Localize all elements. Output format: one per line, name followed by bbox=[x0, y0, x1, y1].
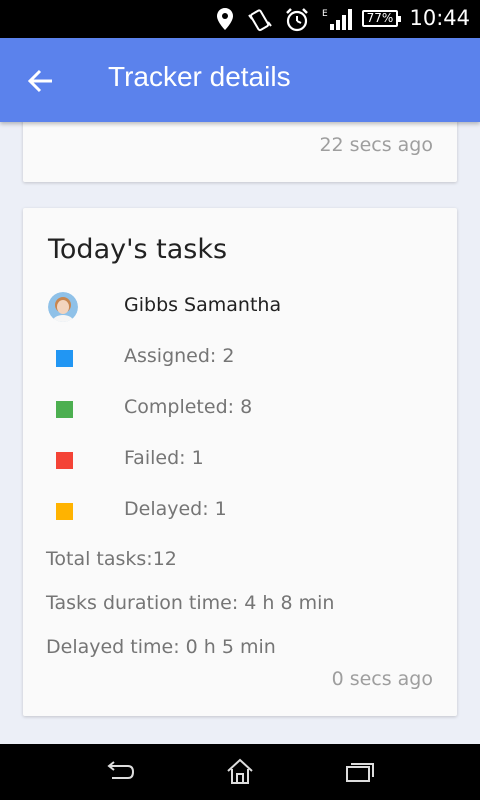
location-icon bbox=[217, 8, 233, 30]
delayed-label: Delayed: 1 bbox=[124, 498, 227, 520]
home-icon[interactable] bbox=[220, 756, 260, 788]
assigned-color-swatch bbox=[56, 350, 73, 367]
clock-time: 10:44 bbox=[409, 6, 470, 30]
completed-color-swatch bbox=[56, 401, 73, 418]
tasks-duration: Tasks duration time: 4 h 8 min bbox=[46, 592, 335, 614]
delayed-color-swatch bbox=[56, 503, 73, 520]
delayed-time: Delayed time: 0 h 5 min bbox=[46, 636, 276, 658]
signal-icon: E bbox=[322, 9, 352, 30]
assigned-label: Assigned: 2 bbox=[124, 345, 235, 367]
battery-icon: 77% bbox=[362, 10, 401, 27]
avatar bbox=[48, 292, 78, 322]
last-update-time: 22 secs ago bbox=[319, 134, 433, 156]
alarm-icon bbox=[286, 8, 308, 32]
todays-tasks-card: Today's tasks Gibbs Samantha Assigned: 2… bbox=[23, 208, 457, 716]
recent-apps-icon[interactable] bbox=[340, 756, 380, 788]
failed-label: Failed: 1 bbox=[124, 447, 204, 469]
card-title: Today's tasks bbox=[48, 234, 228, 265]
app-bar: Tracker details bbox=[0, 38, 480, 122]
page-title: Tracker details bbox=[108, 61, 291, 92]
back-icon[interactable] bbox=[100, 756, 140, 788]
status-bar: E 77% 10:44 bbox=[0, 0, 480, 38]
arrow-back-icon[interactable] bbox=[20, 60, 62, 102]
vibrate-icon bbox=[248, 9, 272, 32]
svg-text:E: E bbox=[322, 9, 328, 19]
failed-color-swatch bbox=[56, 452, 73, 469]
total-tasks: Total tasks:12 bbox=[46, 548, 177, 570]
completed-label: Completed: 8 bbox=[124, 396, 253, 418]
navigation-bar bbox=[0, 744, 480, 800]
last-update-time: 0 secs ago bbox=[331, 668, 433, 690]
assignee-name: Gibbs Samantha bbox=[124, 294, 282, 316]
